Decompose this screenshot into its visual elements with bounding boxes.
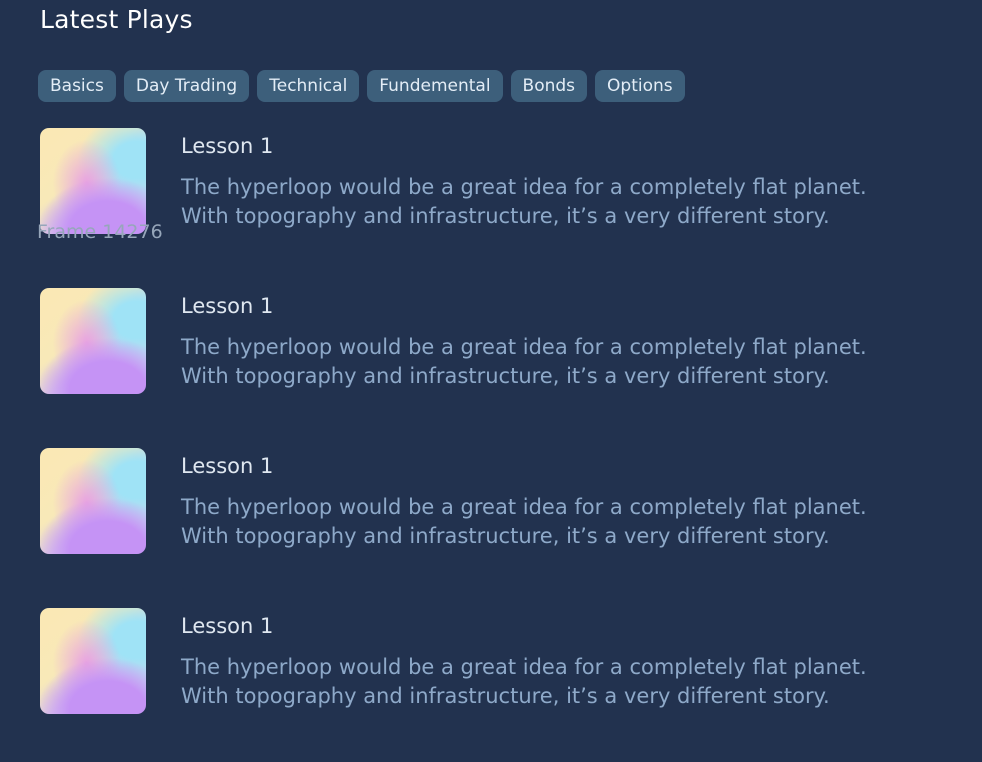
filter-chip-fundemental[interactable]: Fundemental <box>367 70 503 102</box>
lesson-card[interactable]: Lesson 1 The hyperloop would be a great … <box>40 448 940 588</box>
filter-chip-technical[interactable]: Technical <box>257 70 360 102</box>
latest-plays-screen: Latest Plays Basics Day Trading Technica… <box>0 0 982 762</box>
lesson-description: The hyperloop would be a great idea for … <box>181 335 867 388</box>
lesson-title: Lesson 1 <box>181 614 274 638</box>
lesson-thumbnail <box>40 128 146 234</box>
lesson-description: The hyperloop would be a great idea for … <box>181 655 867 708</box>
filter-chip-day-trading[interactable]: Day Trading <box>123 70 250 102</box>
category-filter-bar: Basics Day Trading Technical Fundemental… <box>38 70 685 102</box>
lesson-title: Lesson 1 <box>181 454 274 478</box>
lesson-title: Lesson 1 <box>181 294 274 318</box>
filter-chip-basics[interactable]: Basics <box>38 70 116 102</box>
section-title: Latest Plays <box>40 5 193 34</box>
lesson-card[interactable]: Frame 14276 Lesson 1 The hyperloop would… <box>37 128 940 268</box>
filter-chip-bonds[interactable]: Bonds <box>510 70 588 102</box>
lesson-card[interactable]: Lesson 1 The hyperloop would be a great … <box>40 288 940 428</box>
lesson-card[interactable]: Lesson 1 The hyperloop would be a great … <box>40 608 940 748</box>
lesson-description: The hyperloop would be a great idea for … <box>181 495 867 548</box>
lesson-thumbnail <box>40 288 146 394</box>
lesson-thumbnail <box>40 608 146 714</box>
filter-chip-options[interactable]: Options <box>595 70 685 102</box>
lesson-thumbnail <box>40 448 146 554</box>
lesson-title: Lesson 1 <box>181 134 274 158</box>
lesson-description: The hyperloop would be a great idea for … <box>181 175 867 228</box>
